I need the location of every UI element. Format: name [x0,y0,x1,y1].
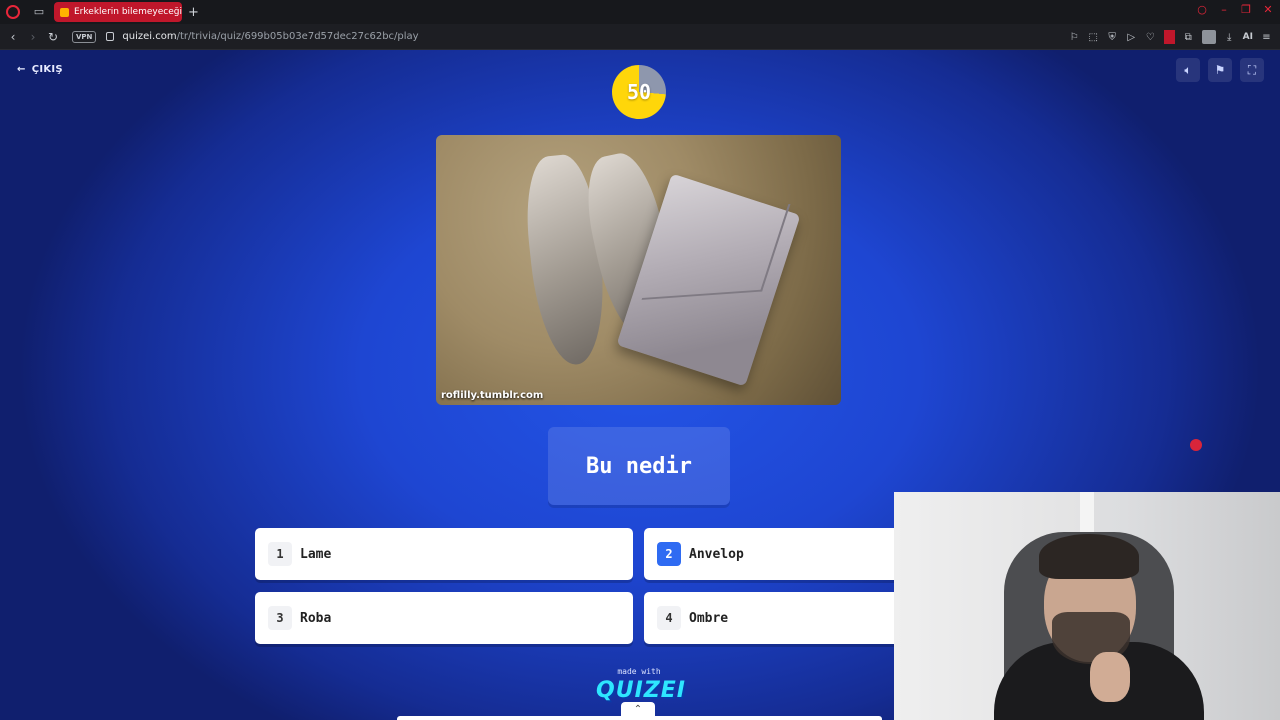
ai-button[interactable]: AI [1243,32,1253,42]
opera-logo-icon[interactable] [6,5,20,19]
snapshot-icon[interactable]: ⬚ [1088,32,1099,43]
forward-icon[interactable]: › [24,30,42,44]
search-tabs-icon[interactable]: ○ [1196,4,1208,16]
profile-avatar-icon[interactable] [1201,30,1216,44]
extensions-icon[interactable]: ⧉ [1183,32,1194,43]
made-with-label: made with [617,667,661,676]
menu-icon[interactable]: ≡ [1261,32,1272,43]
webcam-overlay [894,492,1280,720]
chevron-up-icon[interactable]: ⌃ [621,702,655,718]
url-path: /tr/trivia/quiz/699b05b03e7d57dec27c62bc… [176,31,419,42]
answer-text: Roba [300,610,332,626]
question-text: Bu nedir [586,453,692,479]
url-field[interactable]: quizei.com/tr/trivia/quiz/699b05b03e7d57… [122,31,418,42]
reload-icon[interactable]: ↻ [44,30,62,44]
answer-number: 4 [657,606,681,630]
answer-text: Anvelop [689,546,744,562]
webcam-person-hair [1039,534,1139,579]
answer-number: 2 [657,542,681,566]
window-controls: ○ – ❐ ✕ [1196,4,1274,16]
exit-button[interactable]: ← ÇIKIŞ [17,64,63,75]
tab-title: Erkeklerin bilemeyeceği şe [74,7,182,17]
shield-icon[interactable]: ⛨ [1107,32,1118,43]
vpn-badge[interactable]: VPN [72,30,97,43]
fullscreen-icon[interactable]: ⛶ [1240,58,1264,82]
volume-icon[interactable]: 🔈︎ [1176,58,1200,82]
question-image: roflilly.tumblr.com [436,135,841,405]
lock-icon[interactable] [106,32,115,41]
browser-toolbar: ⚐ ⬚ ⛨ ▷ ♡ ⧉ ⤓ AI ≡ [1069,30,1272,44]
player-icon[interactable]: ▷ [1126,32,1137,43]
new-tab-icon[interactable]: + [188,5,199,20]
timer-value: 50 [626,80,652,104]
minimize-icon[interactable]: – [1218,4,1230,16]
tab-workspaces-icon[interactable]: ▭ [32,5,46,19]
answer-option-1[interactable]: 1 Lame [255,528,633,580]
tab-favicon-icon [60,7,69,17]
question-box: Bu nedir [548,427,730,505]
quiz-tools: 🔈︎ ⚑ ⛶ [1176,58,1264,82]
image-watermark: roflilly.tumblr.com [441,390,544,401]
answer-number: 3 [268,606,292,630]
toolbar-separator [1163,30,1175,44]
browser-tab-active[interactable]: Erkeklerin bilemeyeceği şe [54,2,182,22]
bookmark-icon[interactable]: ⚐ [1069,32,1080,43]
answer-text: Lame [300,546,332,562]
quizei-logo[interactable]: QUIZEI [596,678,685,703]
heart-icon[interactable]: ♡ [1145,32,1156,43]
close-window-icon[interactable]: ✕ [1262,4,1274,16]
arrow-left-icon: ← [17,64,26,75]
extension-badge-icon[interactable] [1190,439,1202,451]
address-bar: ‹ › ↻ VPN quizei.com/tr/trivia/quiz/699b… [0,24,1280,50]
countdown-timer: 50 [612,65,666,119]
restore-icon[interactable]: ❐ [1240,4,1252,16]
url-host: quizei.com [122,31,177,42]
answer-option-3[interactable]: 3 Roba [255,592,633,644]
back-icon[interactable]: ‹ [4,30,22,44]
browser-tab-bar: ▭ Erkeklerin bilemeyeceği şe + ○ – ❐ ✕ [0,0,1280,24]
answer-number: 1 [268,542,292,566]
flag-icon[interactable]: ⚑ [1208,58,1232,82]
exit-label: ÇIKIŞ [31,64,63,75]
download-icon[interactable]: ⤓ [1224,32,1235,43]
answer-text: Ombre [689,610,729,626]
webcam-person-hand [1090,652,1130,702]
